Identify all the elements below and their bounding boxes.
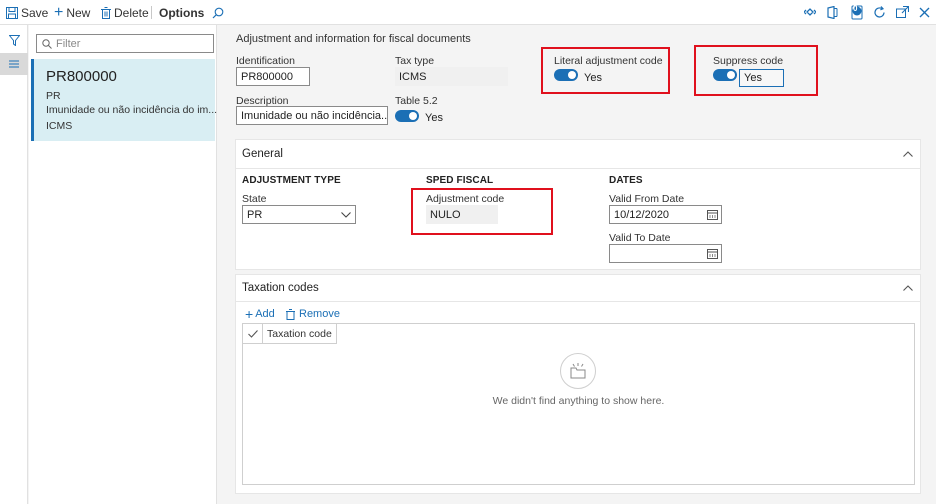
list-item-title: PR800000 <box>46 68 117 85</box>
plus-icon: + <box>245 306 254 322</box>
save-button[interactable]: Save <box>6 0 48 25</box>
table52-label: Table 5.2 <box>395 95 438 107</box>
options-label: Options <box>159 5 205 20</box>
new-label: New <box>66 5 91 20</box>
options-tab[interactable]: Options <box>159 0 204 25</box>
valid-from-value: 10/12/2020 <box>614 208 670 221</box>
table52-toggle[interactable] <box>395 110 419 122</box>
open-new-window-icon[interactable] <box>894 4 910 20</box>
adjustment-code-field: NULO <box>426 205 498 224</box>
select-all-checkbox[interactable] <box>243 324 263 344</box>
dates-heading: DATES <box>609 175 643 186</box>
table52-value: Yes <box>425 112 443 124</box>
add-label: Add <box>255 308 275 320</box>
empty-folder-icon <box>560 353 596 389</box>
notification-badge[interactable]: 0 <box>849 4 865 20</box>
chevron-up-icon[interactable] <box>901 281 915 295</box>
office-icon[interactable] <box>824 4 840 20</box>
delete-button[interactable]: Delete <box>101 0 149 25</box>
action-pane: Save + New Delete Options 0 <box>0 0 936 25</box>
chevron-down-icon <box>341 212 351 218</box>
description-field[interactable]: Imunidade ou não incidência... <box>236 106 388 125</box>
tax-type-label: Tax type <box>395 55 435 67</box>
suppress-code-value[interactable]: Yes <box>739 69 784 87</box>
taxation-code-column-header[interactable]: Taxation code <box>263 324 337 344</box>
adjustment-type-heading: ADJUSTMENT TYPE <box>242 175 341 186</box>
remove-label: Remove <box>299 308 340 320</box>
valid-from-label: Valid From Date <box>609 193 685 205</box>
filter-placeholder: Filter <box>56 37 81 50</box>
new-button[interactable]: + New <box>54 0 90 25</box>
valid-to-date-field[interactable] <box>609 244 722 263</box>
general-section-title[interactable]: General <box>242 148 283 160</box>
literal-adjustment-code-value: Yes <box>584 72 602 84</box>
save-icon <box>6 6 18 19</box>
state-label: State <box>242 193 267 205</box>
list-item-description: Imunidade ou não incidência do im... <box>46 104 218 116</box>
section-divider <box>235 168 921 169</box>
adjustment-code-label: Adjustment code <box>426 193 505 205</box>
chevron-up-icon[interactable] <box>901 147 915 161</box>
notification-count: 0 <box>853 4 858 13</box>
identification-label: Identification <box>236 55 295 67</box>
list-item-tax-type: ICMS <box>46 120 73 132</box>
filter-toggle-button[interactable] <box>0 29 28 51</box>
search-icon <box>212 7 224 19</box>
save-label: Save <box>21 5 49 20</box>
refresh-icon[interactable] <box>871 4 887 20</box>
page-title: Adjustment and information for fiscal do… <box>236 33 471 45</box>
trash-icon <box>101 6 111 19</box>
sped-fiscal-heading: SPED FISCAL <box>426 175 494 186</box>
suppress-code-label: Suppress code <box>713 55 784 67</box>
plus-icon: + <box>54 3 64 21</box>
literal-adjustment-code-toggle[interactable] <box>554 69 578 81</box>
tax-type-field: ICMS <box>395 67 508 86</box>
identification-field[interactable]: PR800000 <box>236 67 310 86</box>
remove-button[interactable]: Remove <box>286 307 340 321</box>
valid-from-date-field[interactable]: 10/12/2020 <box>609 205 722 224</box>
search-button[interactable] <box>212 0 227 25</box>
state-value: PR <box>247 208 263 221</box>
filter-input[interactable]: Filter <box>36 34 214 53</box>
list-toggle-button[interactable] <box>0 53 28 75</box>
delete-label: Delete <box>114 5 149 20</box>
navigation-rail <box>0 25 28 504</box>
section-divider <box>235 301 921 302</box>
trash-icon <box>286 308 295 320</box>
list-item[interactable]: PR800000 PR Imunidade ou não incidência … <box>31 59 218 141</box>
list-item-state: PR <box>46 90 61 102</box>
suppress-code-toggle[interactable] <box>713 69 737 81</box>
close-icon[interactable] <box>916 4 932 20</box>
taxation-codes-title[interactable]: Taxation codes <box>242 282 319 294</box>
literal-adjustment-code-label: Literal adjustment code <box>554 55 663 67</box>
calendar-icon[interactable] <box>707 209 718 220</box>
add-button[interactable]: + Add <box>245 306 275 322</box>
list-icon <box>9 60 19 68</box>
valid-to-label: Valid To Date <box>609 232 671 244</box>
funnel-icon <box>8 34 20 46</box>
checkmark-icon <box>247 329 258 338</box>
empty-state-message: We didn't find anything to show here. <box>492 395 665 407</box>
state-dropdown[interactable]: PR <box>242 205 356 224</box>
toolbar-divider <box>151 6 152 19</box>
calendar-icon[interactable] <box>707 248 718 259</box>
search-icon <box>42 38 52 49</box>
diamond-icon[interactable] <box>802 4 818 20</box>
